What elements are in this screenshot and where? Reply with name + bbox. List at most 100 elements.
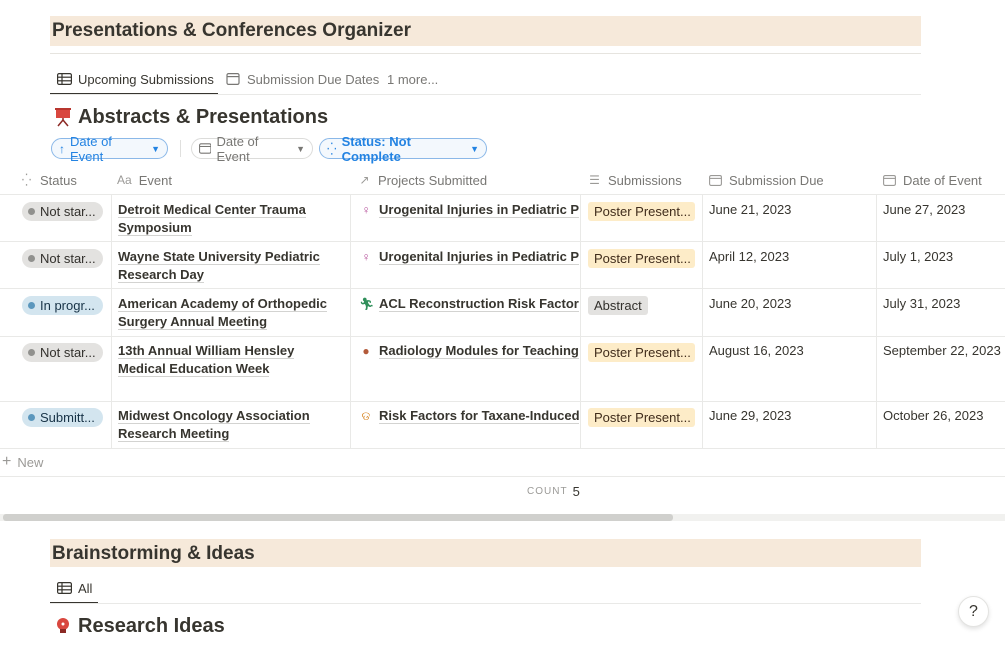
count-value: 5 [572, 484, 580, 499]
column-label: Event [138, 172, 172, 188]
submission-due-date[interactable]: April 12, 2023 [709, 249, 789, 264]
submission-due-date[interactable]: June 21, 2023 [709, 202, 791, 217]
submission-tag[interactable]: Poster Present... [588, 249, 695, 268]
submission-tag[interactable]: Poster Present... [588, 408, 695, 427]
tab-submission-due-dates[interactable]: Submission Due Dates [226, 65, 379, 93]
status-dot [28, 208, 35, 215]
organizer-title: Presentations & Conferences Organizer [52, 20, 411, 41]
help-icon: ? [969, 602, 978, 620]
filter-label: Date of Event [70, 133, 112, 164]
project-link[interactable]: Urogenital Injuries in Pediatric Pelvic [379, 249, 579, 265]
sort-date-of-event[interactable]: ↑ Date of Event ▼ [51, 134, 168, 164]
project-relation[interactable]: ♀ Urogenital Injuries in Pediatric Pelvic [359, 202, 579, 218]
database-title-research-ideas[interactable]: Research Ideas [54, 615, 225, 638]
tag-text: Poster Present... [594, 251, 691, 266]
column-header-date-of-event[interactable]: Date of Event [883, 165, 982, 195]
status-badge[interactable]: Not star... [22, 202, 103, 221]
column-divider [702, 194, 703, 448]
table-icon [57, 73, 72, 85]
tab-label: Upcoming Submissions [78, 71, 214, 87]
row-divider [0, 448, 1005, 449]
project-link[interactable]: Radiology Modules for Teaching Me [379, 343, 579, 359]
column-header-event[interactable]: Aa Event [117, 165, 172, 195]
submission-due-date[interactable]: August 16, 2023 [709, 343, 804, 358]
column-label: Projects Submitted [378, 172, 488, 188]
event-name[interactable]: American Academy of Orthopedic Surgery A… [118, 295, 343, 331]
event-name[interactable]: Detroit Medical Center Trauma Symposium [118, 201, 343, 237]
tab-label: 1 more... [387, 71, 439, 87]
status-text: Not star... [40, 345, 96, 360]
event-link[interactable]: American Academy of Orthopedic Surgery A… [118, 296, 328, 330]
submission-due-date[interactable]: June 29, 2023 [709, 408, 791, 423]
status-dot [28, 302, 35, 309]
status-dot [28, 255, 35, 262]
row-divider [0, 476, 1005, 477]
runner-icon: 🏃︎ [359, 297, 375, 311]
status-badge[interactable]: Submitt... [22, 408, 103, 427]
count-footer[interactable]: COUNT 5 [527, 484, 580, 499]
status-text: Not star... [40, 204, 96, 219]
status-spinner-icon: ⁛ [21, 173, 32, 187]
relation-arrow-icon: ↗ [359, 173, 370, 187]
calendar-icon [226, 73, 240, 85]
project-relation[interactable]: ♀ Urogenital Injuries in Pediatric Pelvic [359, 249, 579, 265]
horizontal-scrollbar-thumb[interactable] [3, 514, 673, 521]
banner-divider [50, 53, 921, 54]
status-text: Submitt... [40, 410, 95, 425]
project-relation[interactable]: 🏃︎ ACL Reconstruction Risk Factors for [359, 296, 579, 312]
event-link[interactable]: Detroit Medical Center Trauma Symposium [118, 202, 306, 236]
submission-tag[interactable]: Poster Present... [588, 202, 695, 221]
arrow-up-icon: ↑ [59, 141, 65, 156]
column-header-status[interactable]: ⁛ Status [20, 165, 77, 195]
row-divider [0, 288, 1005, 289]
event-date[interactable]: September 22, 2023 [883, 343, 1001, 358]
column-divider [350, 194, 351, 448]
filter-status-not-complete[interactable]: ⁛ Status: Not Complete ▼ [319, 134, 487, 164]
tab-more[interactable]: 1 more... [387, 65, 438, 93]
filter-label: Date of Event [216, 133, 259, 164]
status-badge[interactable]: Not star... [22, 249, 103, 268]
project-relation[interactable]: ● Radiology Modules for Teaching Me [359, 343, 579, 359]
project-relation[interactable]: ଡ Risk Factors for Taxane-Induced Ne [359, 408, 579, 424]
row-divider [0, 336, 1005, 337]
chevron-down-icon: ▼ [470, 143, 479, 154]
tag-text: Abstract [594, 298, 642, 313]
column-header-projects[interactable]: ↗ Projects Submitted [358, 165, 487, 195]
project-link[interactable]: Urogenital Injuries in Pediatric Pelvic [379, 202, 579, 218]
stomach-icon: ● [362, 344, 370, 358]
project-link[interactable]: ACL Reconstruction Risk Factors for [379, 296, 579, 312]
column-header-submission-due[interactable]: Submission Due [709, 165, 824, 195]
submission-tag[interactable]: Abstract [588, 296, 648, 315]
new-row-button[interactable]: + New [0, 453, 43, 471]
help-button[interactable]: ? [958, 596, 989, 627]
project-link[interactable]: Risk Factors for Taxane-Induced Ne [379, 408, 579, 424]
event-date[interactable]: July 1, 2023 [883, 249, 953, 264]
chevron-down-icon: ▼ [296, 143, 305, 154]
person-icon: ♀ [361, 203, 371, 217]
table-icon [57, 582, 72, 594]
event-name[interactable]: Midwest Oncology Association Research Me… [118, 407, 343, 443]
filter-label: Status: Not Complete [341, 133, 411, 164]
submission-tag[interactable]: Poster Present... [588, 343, 695, 362]
status-dot [28, 349, 35, 356]
column-header-submissions[interactable]: ☰ Submissions [588, 165, 682, 195]
filter-separator [180, 140, 181, 157]
status-text: In progr... [40, 298, 95, 313]
event-link[interactable]: 13th Annual William Hensley Medical Educ… [118, 343, 295, 377]
column-divider [111, 194, 112, 448]
status-badge[interactable]: In progr... [22, 296, 103, 315]
tab-all[interactable]: All [57, 574, 92, 602]
event-name[interactable]: Wayne State University Pediatric Researc… [118, 248, 343, 284]
event-link[interactable]: Wayne State University Pediatric Researc… [118, 249, 320, 283]
event-date[interactable]: June 27, 2023 [883, 202, 965, 217]
event-name[interactable]: 13th Annual William Hensley Medical Educ… [118, 342, 343, 378]
status-badge[interactable]: Not star... [22, 343, 103, 362]
database-title-abstracts[interactable]: Abstracts & Presentations [54, 106, 328, 129]
tab-upcoming-submissions[interactable]: Upcoming Submissions [57, 65, 214, 93]
tabs-divider [50, 603, 921, 604]
filter-date-of-event[interactable]: Date of Event ▼ [191, 134, 313, 164]
event-date[interactable]: July 31, 2023 [883, 296, 960, 311]
event-date[interactable]: October 26, 2023 [883, 408, 983, 423]
event-link[interactable]: Midwest Oncology Association Research Me… [118, 408, 310, 442]
submission-due-date[interactable]: June 20, 2023 [709, 296, 791, 311]
